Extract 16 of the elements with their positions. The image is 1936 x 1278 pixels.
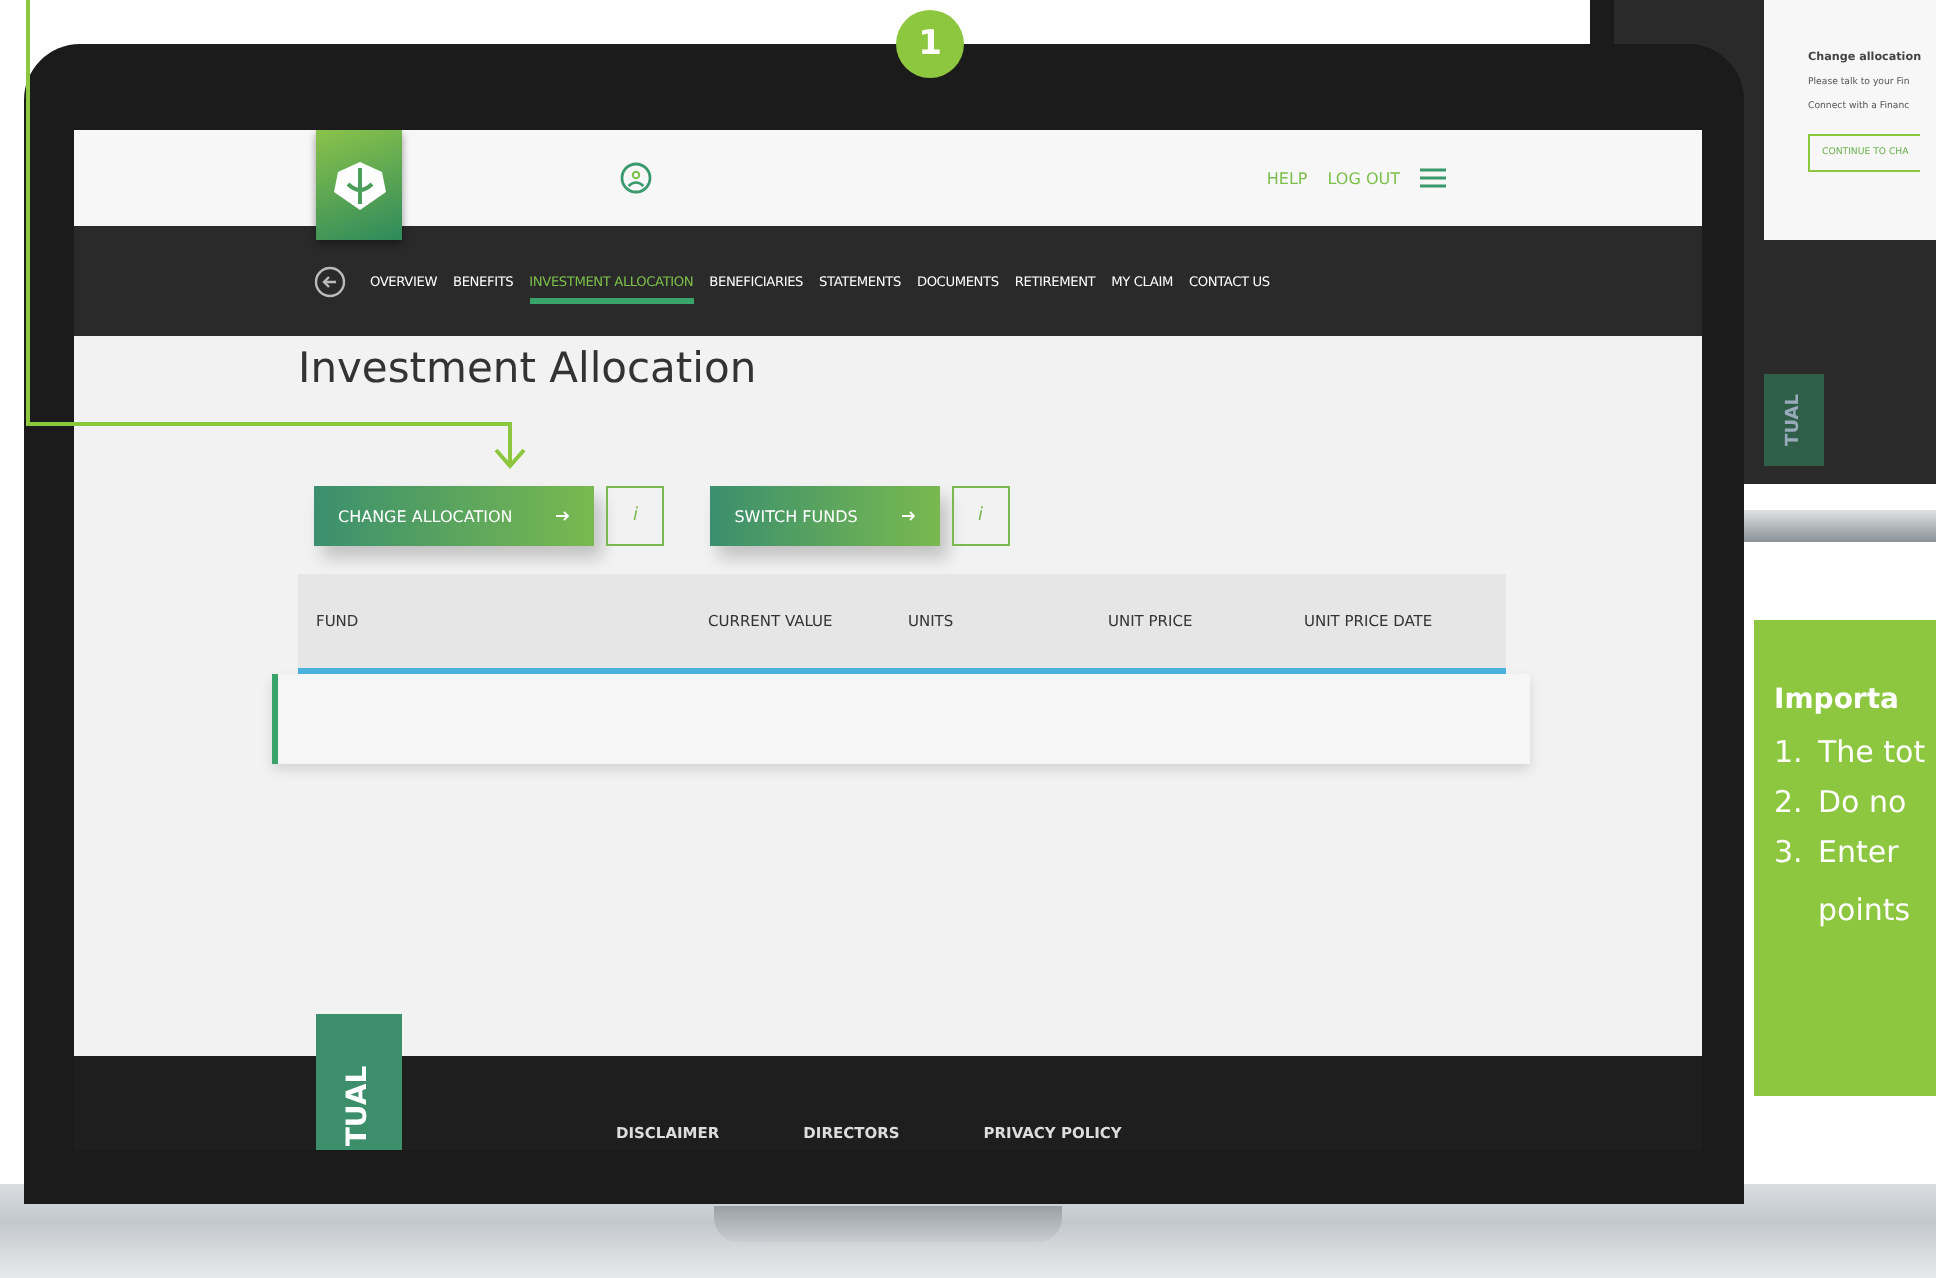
action-button[interactable]: CHANGE ALLOCATION — [314, 486, 595, 546]
note-text: points — [1818, 892, 1913, 928]
note-title: Importa — [1774, 684, 1901, 716]
arrow-right-icon — [901, 510, 916, 522]
note-text: Enter — [1818, 834, 1901, 870]
note-number: 2. — [1774, 784, 1805, 820]
note-text: Do no — [1818, 784, 1909, 820]
menu-icon[interactable] — [1420, 168, 1446, 188]
note-number: 3. — [1774, 834, 1805, 870]
note-text: The tot — [1818, 734, 1928, 770]
back-icon[interactable] — [314, 265, 346, 297]
user-icon[interactable] — [620, 162, 652, 194]
step-badge: 1 — [896, 10, 964, 78]
page-title: Investment Allocation — [298, 344, 759, 392]
arrow-right-icon — [556, 510, 571, 522]
note-number: 1. — [1774, 734, 1805, 770]
